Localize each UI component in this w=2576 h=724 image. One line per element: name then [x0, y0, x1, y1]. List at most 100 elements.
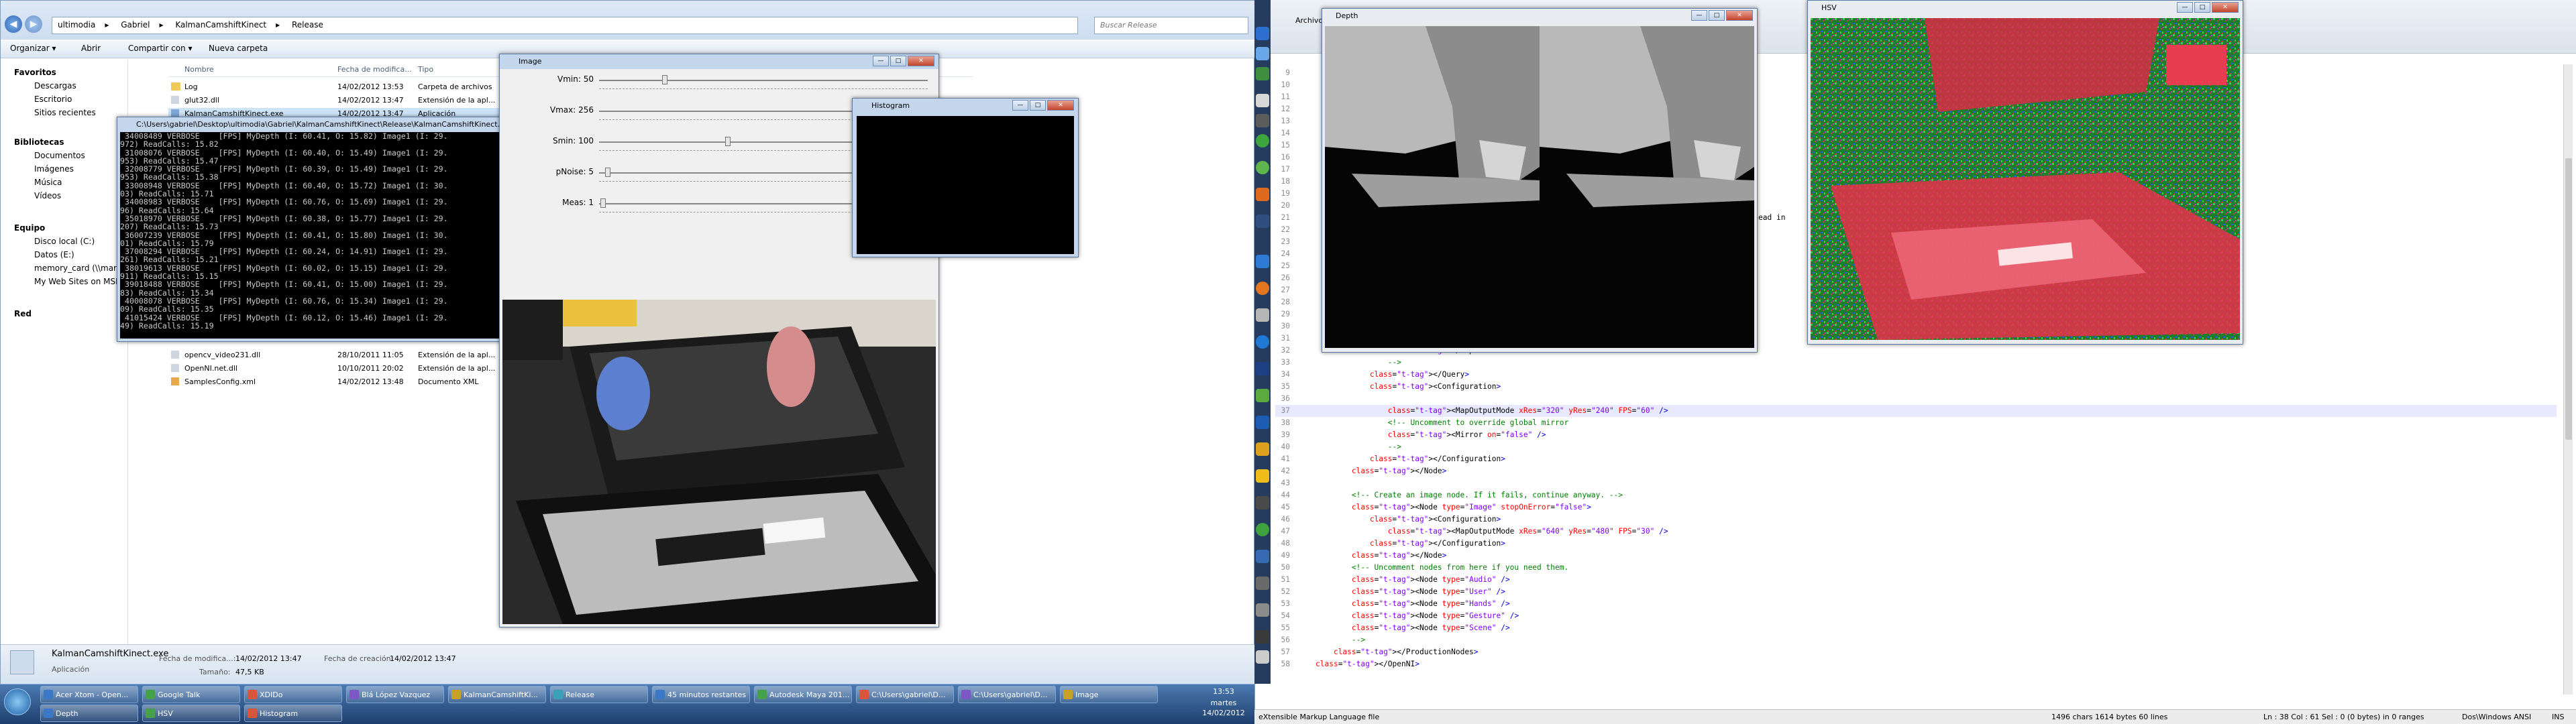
code-line[interactable]: 35 class="t-tag"><Configuration>: [1275, 381, 2557, 393]
taskbar-button[interactable]: C:\Users\gabriel\D...: [856, 686, 954, 703]
breadcrumb-item[interactable]: Release: [292, 20, 323, 29]
scrollbar-thumb[interactable]: [2565, 158, 2572, 440]
code-line[interactable]: 49 class="t-tag"></Node>: [1275, 550, 2557, 562]
breadcrumb-item[interactable]: Gabriel: [121, 20, 150, 29]
nav-item-imagenes[interactable]: Imágenes: [34, 164, 74, 174]
utorrent-icon[interactable]: [1256, 523, 1269, 536]
trackbar-track[interactable]: [599, 80, 928, 81]
breadcrumb[interactable]: ultimodia ▸ Gabriel ▸ KalmanCamshiftKinect…: [52, 17, 1078, 34]
column-date[interactable]: Fecha de modifica...: [337, 65, 412, 74]
share-button[interactable]: Compartir con ▾: [128, 44, 192, 53]
maximize-button[interactable]: □: [2194, 2, 2210, 13]
app-icon[interactable]: [1256, 308, 1269, 322]
nav-item-descargas[interactable]: Descargas: [34, 81, 76, 90]
editor-tab[interactable]: Archivo: [1295, 16, 1323, 25]
minimize-button[interactable]: —: [1691, 10, 1707, 21]
code-line[interactable]: 38 <!-- Uncomment to override global mir…: [1275, 417, 2557, 429]
code-line[interactable]: 37 class="t-tag"><MapOutputMode xRes="32…: [1275, 405, 2557, 417]
taskbar-button[interactable]: XDIDo: [244, 686, 342, 703]
start-button[interactable]: [4, 688, 31, 715]
console-window[interactable]: C:\Users\gabriel\Desktop\ultimodia\Gabri…: [117, 117, 504, 342]
histogram-window[interactable]: Histogram — □ ✕: [852, 98, 1079, 257]
app-icon[interactable]: [1256, 47, 1269, 60]
nav-item-datos-e[interactable]: Datos (E:): [34, 250, 74, 259]
taskbar-button[interactable]: Acer Xtom - Open...: [40, 686, 138, 703]
console-title[interactable]: C:\Users\gabriel\Desktop\ultimodia\Gabri…: [117, 117, 504, 132]
nav-item-videos[interactable]: Vídeos: [34, 191, 61, 200]
ie-icon[interactable]: [1256, 335, 1269, 349]
code-line[interactable]: 52 class="t-tag"><Node type="User" />: [1275, 586, 2557, 598]
taskbar-button[interactable]: Autodesk Maya 201...: [754, 686, 852, 703]
app-icon[interactable]: [1256, 114, 1269, 127]
app-icon[interactable]: [1256, 161, 1269, 174]
app-icon[interactable]: [1256, 27, 1269, 40]
code-line[interactable]: 36: [1275, 393, 2557, 405]
code-line[interactable]: 50 <!-- Uncomment nodes from here if you…: [1275, 562, 2557, 574]
nav-item-web-sites[interactable]: My Web Sites on MSN: [34, 277, 121, 286]
breadcrumb-item[interactable]: KalmanCamshiftKinect: [175, 20, 266, 29]
close-button[interactable]: ✕: [1047, 100, 1074, 111]
search-input[interactable]: Buscar Release: [1094, 17, 1248, 34]
taskbar-button[interactable]: Depth: [40, 705, 138, 722]
column-type[interactable]: Tipo: [418, 65, 433, 74]
code-line[interactable]: 58 class="t-tag"></OpenNI>: [1275, 658, 2557, 670]
app-icon[interactable]: [1256, 67, 1269, 80]
app-icon[interactable]: [1256, 550, 1269, 563]
nav-item-recientes[interactable]: Sitios recientes: [34, 108, 96, 117]
code-line[interactable]: 39 class="t-tag"><Mirror on="false" />: [1275, 429, 2557, 441]
minimize-button[interactable]: —: [1012, 100, 1028, 111]
taskbar-button[interactable]: 45 minutos restantes: [652, 686, 750, 703]
nav-item-musica[interactable]: Música: [34, 178, 62, 187]
taskbar-button[interactable]: HSV: [142, 705, 240, 722]
maximize-button[interactable]: □: [1030, 100, 1046, 111]
app-icon[interactable]: [1256, 416, 1269, 429]
nav-item-escritorio[interactable]: Escritorio: [34, 95, 72, 104]
taskbar-button[interactable]: C:\Users\gabriel\D...: [958, 686, 1056, 703]
code-line[interactable]: 42 class="t-tag"></Node>: [1275, 465, 2557, 477]
code-line[interactable]: 34 class="t-tag"></Query>: [1275, 369, 2557, 381]
vertical-scrollbar[interactable]: [2563, 64, 2573, 695]
app-icon[interactable]: [1256, 442, 1269, 456]
taskbar-button[interactable]: Release: [550, 686, 648, 703]
code-line[interactable]: 54 class="t-tag"><Node type="Gesture" />: [1275, 610, 2557, 622]
minimize-button[interactable]: —: [873, 56, 889, 66]
clock[interactable]: 13:53 martes 14/02/2012: [1194, 687, 1253, 722]
code-line[interactable]: 53 class="t-tag"><Node type="Hands" />: [1275, 598, 2557, 610]
code-line[interactable]: 56 -->: [1275, 634, 2557, 646]
close-button[interactable]: ✕: [1726, 10, 1753, 21]
hsv-window[interactable]: HSV — □ ✕: [1807, 0, 2243, 345]
code-line[interactable]: 40 -->: [1275, 441, 2557, 453]
taskbar-button[interactable]: Histogram: [244, 705, 342, 722]
firefox-icon[interactable]: [1256, 282, 1269, 295]
photoshop-icon[interactable]: [1256, 255, 1269, 268]
close-button[interactable]: ✕: [908, 56, 934, 66]
taskbar-button[interactable]: Image: [1060, 686, 1158, 703]
taskbar-button[interactable]: Blá López Vazquez: [346, 686, 444, 703]
app-icon[interactable]: [1256, 630, 1269, 644]
back-button[interactable]: ◀: [5, 15, 22, 33]
nav-item-documentos[interactable]: Documentos: [34, 151, 85, 160]
trackbar-thumb[interactable]: [600, 198, 606, 208]
code-line[interactable]: 55 class="t-tag"><Node type="Scene" />: [1275, 622, 2557, 634]
favorites-header[interactable]: Favoritos: [14, 68, 56, 77]
code-line[interactable]: 46 class="t-tag"><Configuration>: [1275, 514, 2557, 526]
app-icon[interactable]: [1256, 650, 1269, 664]
column-name[interactable]: Nombre: [184, 65, 214, 74]
open-button[interactable]: Abrir: [81, 44, 101, 53]
app-icon[interactable]: [1256, 94, 1269, 107]
app-icon[interactable]: [1256, 469, 1269, 483]
maximize-button[interactable]: □: [890, 56, 906, 66]
code-line[interactable]: 33 -->: [1275, 357, 2557, 369]
trackbar-thumb[interactable]: [662, 75, 667, 84]
forward-button[interactable]: ▶: [25, 15, 42, 33]
app-icon[interactable]: [1256, 603, 1269, 617]
breadcrumb-item[interactable]: ultimodia: [58, 20, 95, 29]
app-icon[interactable]: [1256, 577, 1269, 590]
app-icon[interactable]: [1256, 215, 1269, 228]
code-line[interactable]: 51 class="t-tag"><Node type="Audio" />: [1275, 574, 2557, 586]
code-line[interactable]: 44 <!-- Create an image node. If it fail…: [1275, 489, 2557, 501]
maximize-button[interactable]: □: [1709, 10, 1725, 21]
code-line[interactable]: 48 class="t-tag"></Configuration>: [1275, 538, 2557, 550]
app-icon[interactable]: [1256, 188, 1269, 201]
trackbar-thumb[interactable]: [605, 168, 610, 177]
